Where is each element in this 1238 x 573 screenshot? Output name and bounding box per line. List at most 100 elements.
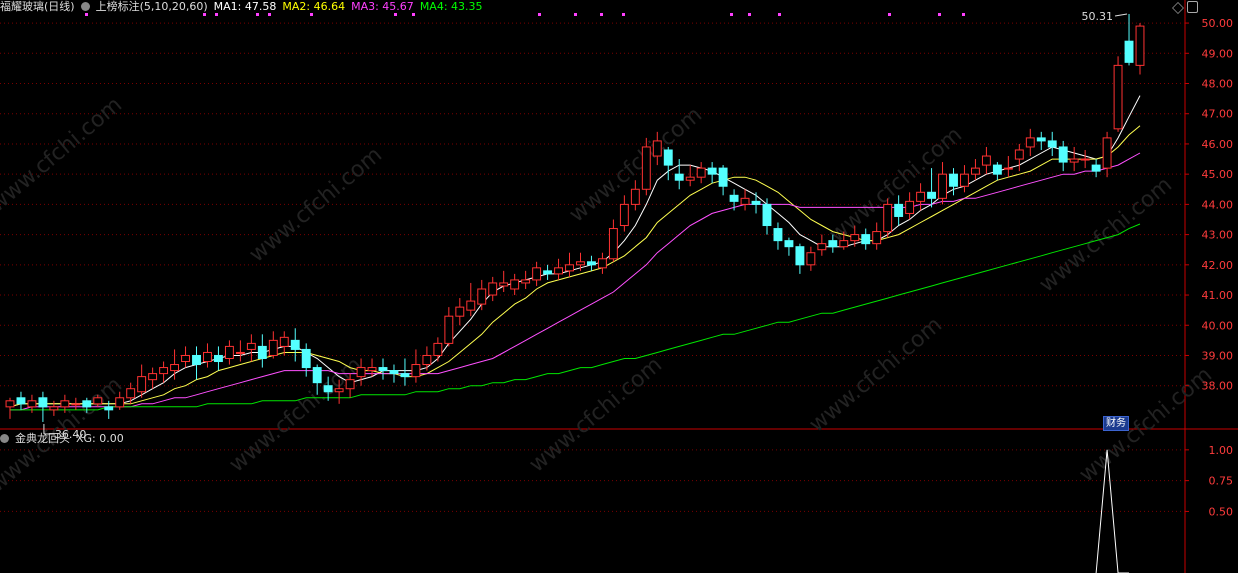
candle-down [674,173,684,181]
candle-up [246,342,256,350]
candle-up [981,155,991,166]
settings-dot-icon[interactable] [80,2,90,11]
candle-up [532,267,542,281]
candle-down [1058,146,1068,163]
candle-up [1135,25,1145,66]
main-header: 福耀玻璃(日线) 上榜标注(5,10,20,60) MA1: 47.58 MA2: 4… [0,0,489,14]
watermark-text: www.cfchi.com [1075,362,1217,487]
sub-indicator-name[interactable]: 金典龙回头 [15,432,70,445]
stock-chart: www.cfchi.com www.cfchi.com www.cfchi.com w… [0,0,1238,573]
sub-y-tick-label: 1.00 [1209,444,1234,457]
candle-down [795,246,805,266]
list-marker [622,13,625,16]
candle-down [213,354,223,363]
candle-up [740,197,750,205]
candle-up [806,252,816,266]
candle-up [60,400,70,408]
candle-down [1036,137,1046,142]
list-marker [938,13,941,16]
candle-up [554,267,563,275]
ma-line-ma1 [9,95,1141,408]
candle-up [883,203,893,233]
ma-line-ma4 [10,223,1141,411]
y-tick-label: 45.00 [1202,168,1234,181]
candle-up [224,345,234,359]
indicator-label[interactable]: 上榜标注(5,10,20,60) [96,0,208,13]
candle-up [411,364,421,378]
candle-up [334,388,344,393]
ma3-label: MA3: 45.67 [351,0,414,13]
candle-up [619,203,629,227]
candle-down [828,240,838,248]
list-marker [730,13,733,16]
candle-up [455,306,465,317]
candle-down [378,367,388,372]
candle-down [587,261,596,266]
candle-up [696,167,706,178]
candle-up [905,200,915,214]
candle-down [543,270,553,275]
candle-up [148,373,158,381]
ma1-label: MA1: 47.58 [213,0,277,13]
candle-up [521,279,531,284]
candle-down [323,385,333,393]
candle-down [82,400,92,408]
list-marker [888,13,891,16]
candle-down [192,354,201,366]
y-tick-label: 40.00 [1202,319,1234,332]
candle-up [49,406,59,411]
candle-down [1091,164,1101,172]
y-tick-label: 41.00 [1202,289,1234,302]
candle-up [576,261,585,266]
markers: 50.3136.40 [43,10,1128,441]
settings-dot-icon[interactable] [0,434,9,443]
candle-down [257,345,267,359]
high-pointer [1114,13,1128,17]
candle-down [16,397,26,405]
y-axis-ticks: 50.00 49.00 48.00 47.00 46.00 45.00 44.00 43.00… [1185,17,1233,518]
candle-up [203,351,212,363]
candle-down [1124,40,1134,63]
candle-down [894,203,904,217]
high-label: 50.31 [1082,10,1114,23]
candle-up [510,279,520,290]
candle-down [773,228,783,242]
candle-up [137,376,147,393]
candle-up [1102,137,1112,169]
candle-up [235,351,245,354]
candle-down [38,397,48,408]
sub-y-tick-label: 0.75 [1209,475,1234,488]
candle-up [27,400,37,408]
watermark-text: www.cfchi.com [805,312,947,437]
list-marker [962,13,965,16]
ma-line-ma2 [9,125,1141,408]
candle-up [433,342,443,356]
candle-up [565,264,574,272]
candle-up [444,315,454,344]
panel-icon[interactable] [1187,1,1198,13]
list-marker [538,13,541,16]
y-tick-label: 38.00 [1202,380,1234,393]
candle-up [608,228,618,260]
candle-up [422,354,432,366]
candle-up [356,367,366,378]
y-tick-label: 48.00 [1202,78,1234,91]
y-tick-label: 49.00 [1202,47,1234,60]
candle-up [960,173,969,187]
ma4-label: MA4: 43.35 [419,0,483,13]
candle-up [1014,149,1024,160]
watermark-text: www.cfchi.com [1035,172,1177,297]
watermark-text: www.cfchi.com [225,352,367,477]
y-tick-label: 44.00 [1202,198,1234,211]
list-marker [600,13,603,16]
candle-up [652,140,662,157]
finance-badge[interactable]: 财务 [1103,416,1129,431]
candle-up [641,146,651,190]
candle-down [312,367,322,384]
ma-lines [9,95,1141,411]
ma2-label: MA2: 46.64 [282,0,346,13]
stock-name[interactable]: 福耀玻璃(日线) [0,0,75,13]
candle-up [367,367,377,372]
candle-up [499,282,509,287]
candle-up [938,173,947,199]
